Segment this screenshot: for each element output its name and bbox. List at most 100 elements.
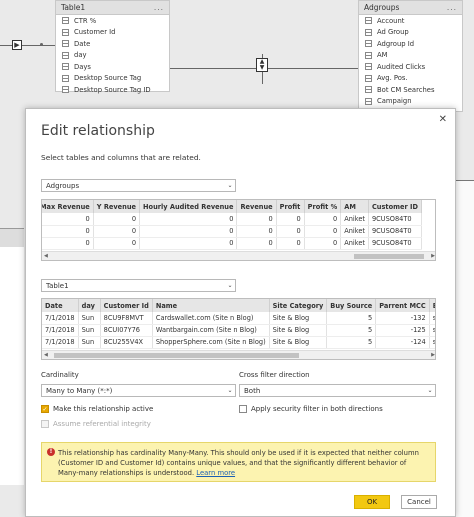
table-cell: Site & Blog xyxy=(269,312,328,325)
field-row[interactable]: Audited Clicks xyxy=(359,61,462,73)
column-header: Customer ID xyxy=(368,200,422,213)
column-header: Profit xyxy=(276,200,305,213)
column-header: Hourly Audited Revenue xyxy=(139,200,238,213)
more-options-icon[interactable]: ... xyxy=(447,3,457,12)
ok-button[interactable]: OK xyxy=(354,495,390,509)
column-header: Customer Id xyxy=(100,299,153,312)
table-cell: 9CUSO84T0 xyxy=(368,225,422,238)
field-row[interactable]: CTR % xyxy=(56,15,169,27)
left-pane xyxy=(0,228,24,485)
field-row[interactable]: Bot CM Searches xyxy=(359,84,462,96)
table-b-preview-grid[interactable]: Date day Customer Id Name Site Category Buy S… xyxy=(41,298,436,360)
dialog-subtitle: Select tables and columns that are relat… xyxy=(41,153,201,162)
table-cell: 7/1/2018 xyxy=(42,312,79,325)
field-row[interactable]: Account xyxy=(359,15,462,27)
scroll-left-icon[interactable]: ◀ xyxy=(44,352,48,358)
table-cell: -132 xyxy=(375,312,430,325)
referential-integrity-checkbox: Assume referential integrity xyxy=(41,420,151,428)
table-cell: Aniket xyxy=(340,213,369,226)
field-name: Days xyxy=(74,62,91,71)
field-row[interactable]: AM xyxy=(359,50,462,62)
cardinality-warning: ! This relationship has cardinality Many… xyxy=(41,442,436,482)
column-header: Site Category xyxy=(269,299,328,312)
table-a-scrollbar[interactable]: ◀ ▶ xyxy=(42,251,435,260)
more-options-icon[interactable]: ... xyxy=(154,3,164,12)
chevron-down-icon: ⌄ xyxy=(227,387,233,394)
field-row[interactable]: Campaign xyxy=(359,96,462,108)
table-row: 7/1/2018 Sun 8CU255V4X ShopperSphere.com (S… xyxy=(42,336,435,349)
scroll-right-icon[interactable]: ▶ xyxy=(431,352,435,358)
table-cell: 8CU255V4X xyxy=(100,336,153,349)
field-row[interactable]: Customer Id xyxy=(56,27,169,39)
table-a-select[interactable]: Adgroups ⌄ xyxy=(41,179,236,192)
field-icon xyxy=(365,51,372,59)
field-name: Desktop Source Tag xyxy=(74,74,142,83)
adgroups-card[interactable]: Adgroups ... Account Ad Group Adgroup Id AM… xyxy=(358,0,463,112)
cross-filter-both-icon[interactable]: ▲ ▼ xyxy=(256,58,268,72)
field-name: day xyxy=(74,51,87,60)
table-b-select[interactable]: Table1 ⌄ xyxy=(41,279,236,292)
field-row[interactable]: day xyxy=(56,50,169,62)
field-icon xyxy=(365,63,372,71)
table-cell: 0 xyxy=(276,225,305,238)
scroll-right-icon[interactable]: ▶ xyxy=(431,253,435,259)
checkbox-checked-icon: ✓ xyxy=(41,405,49,413)
field-row[interactable]: Desktop Source Tag xyxy=(56,73,169,85)
table-cell: 0 xyxy=(42,225,94,238)
table-cell: 0 xyxy=(139,225,238,238)
edit-relationship-dialog: ✕ Edit relationship Select tables and co… xyxy=(25,108,456,517)
table-cell: 9CUSO84T0 xyxy=(368,213,422,226)
field-name: AM xyxy=(377,51,388,60)
cross-filter-select[interactable]: Both ⌄ xyxy=(239,384,436,397)
field-row[interactable]: Avg. Pos. xyxy=(359,73,462,85)
connector-dot xyxy=(40,43,43,46)
table1-card-title: Table1 xyxy=(61,3,86,12)
column-header: Y Revenue xyxy=(93,200,141,213)
table-b-scrollbar[interactable]: ◀ ▶ xyxy=(42,350,435,359)
field-name: Bot CM Searches xyxy=(377,85,435,94)
field-name: Avg. Pos. xyxy=(377,74,408,83)
scroll-thumb[interactable] xyxy=(354,254,424,259)
field-icon xyxy=(365,17,372,25)
field-name: Audited Clicks xyxy=(377,62,426,71)
field-row[interactable]: Days xyxy=(56,61,169,73)
field-icon xyxy=(62,74,69,82)
table-cell: searc xyxy=(429,336,435,349)
field-row[interactable]: Date xyxy=(56,38,169,50)
table-cell: 5 xyxy=(326,324,377,337)
close-icon[interactable]: ✕ xyxy=(439,114,447,125)
learn-more-link[interactable]: Learn more xyxy=(196,469,235,477)
field-row[interactable]: Adgroup Id xyxy=(359,38,462,50)
column-header: Date xyxy=(42,299,79,312)
field-name: Customer Id xyxy=(74,28,116,37)
table1-card-header: Table1 ... xyxy=(56,1,169,15)
table-cell: Aniket xyxy=(340,225,369,238)
table-cell: 7/1/2018 xyxy=(42,336,79,349)
table-cell: 8CU9F8MVT xyxy=(100,312,153,325)
table-a-preview-grid[interactable]: Max Revenue Y Revenue Hourly Audited Reven… xyxy=(41,199,436,261)
field-name: Adgroup Id xyxy=(377,39,415,48)
field-icon xyxy=(62,51,69,59)
cancel-button[interactable]: Cancel xyxy=(401,495,437,509)
table-cell: Sun xyxy=(78,312,101,325)
table-cell: 5 xyxy=(326,336,377,349)
table-cell: 8CUI07Y76 xyxy=(100,324,153,337)
make-active-checkbox[interactable]: ✓ Make this relationship active xyxy=(41,405,153,413)
security-filter-checkbox[interactable]: Apply security filter in both directions xyxy=(239,405,383,413)
table-cell: 0 xyxy=(42,213,94,226)
scroll-thumb[interactable] xyxy=(54,353,299,358)
scroll-left-icon[interactable]: ◀ xyxy=(44,253,48,259)
table-cell: 0 xyxy=(304,225,342,238)
field-name: Ad Group xyxy=(377,28,409,37)
field-row[interactable]: Ad Group xyxy=(359,27,462,39)
table-cell: 5 xyxy=(326,312,377,325)
field-icon xyxy=(62,17,69,25)
table-cell: 0 xyxy=(276,213,305,226)
table-cell: 0 xyxy=(93,237,141,250)
field-icon xyxy=(62,40,69,48)
table1-card[interactable]: Table1 ... CTR % Customer Id Date day Days De… xyxy=(55,0,170,94)
field-row[interactable]: Desktop Source Tag ID xyxy=(56,84,169,96)
cardinality-select[interactable]: Many to Many (*:*) ⌄ xyxy=(41,384,236,397)
checkbox-disabled-icon xyxy=(41,420,49,428)
relationship-direction-icon[interactable]: ▶ xyxy=(12,40,22,50)
